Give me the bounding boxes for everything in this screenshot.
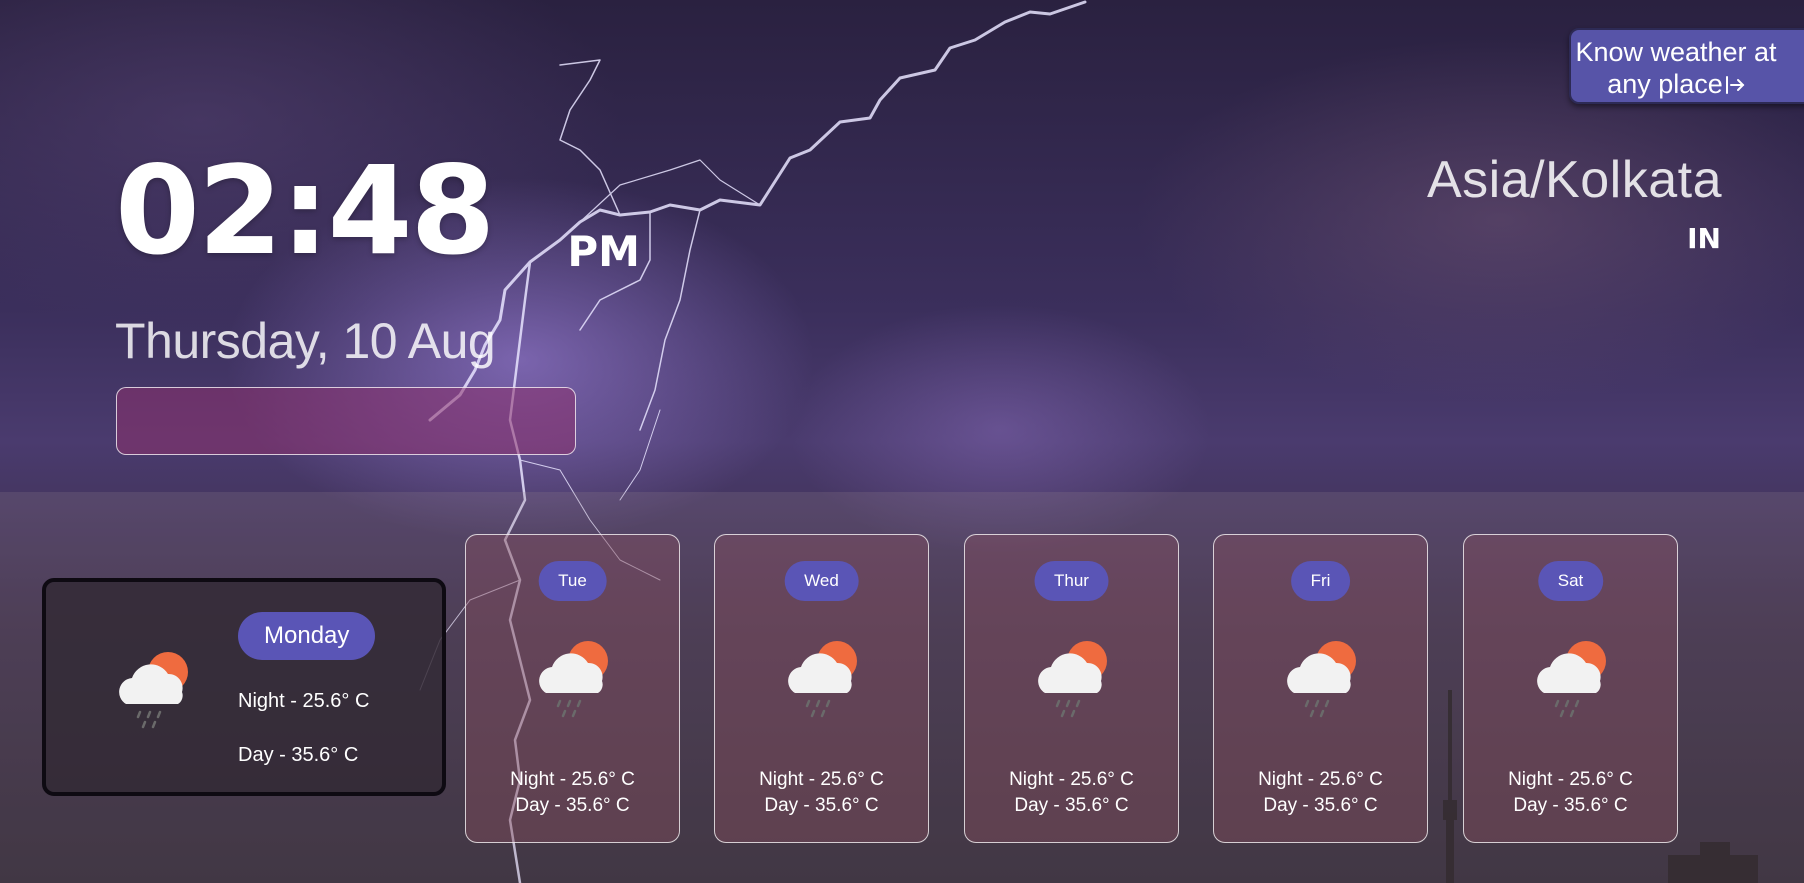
forecast-card-fri: Fri Night - 25.6° C Day - 35.6° C bbox=[1213, 534, 1428, 843]
today-day-temp: Day - 35.6° C bbox=[238, 744, 359, 766]
forecast-night-temp: Night - 25.6° C bbox=[759, 769, 884, 790]
clock: 02:48 PM bbox=[115, 140, 640, 282]
today-night-temp: Night - 25.6° C bbox=[238, 690, 370, 712]
forecast-night-temp: Night - 25.6° C bbox=[1258, 769, 1383, 790]
today-card: Monday Night - 25.6° C Day - 35.6° C bbox=[42, 578, 446, 796]
know-weather-label-line2: any place bbox=[1607, 69, 1723, 99]
forecast-card-sat: Sat Night - 25.6° C Day - 35.6° C bbox=[1463, 534, 1678, 843]
forecast-night-temp: Night - 25.6° C bbox=[1508, 769, 1633, 790]
weather-app: 02:48 PM Thursday, 10 Aug Know weather a… bbox=[0, 0, 1804, 883]
cloud-sun-rain-icon bbox=[539, 641, 608, 718]
cloud-sun-rain-icon bbox=[1038, 641, 1107, 718]
forecast-day-label: Fri bbox=[1290, 561, 1351, 601]
know-weather-label-line1: Know weather at bbox=[1575, 37, 1777, 67]
forecast-day-temp: Day - 35.6° C bbox=[764, 795, 879, 816]
forecast-day-temp: Day - 35.6° C bbox=[1014, 795, 1129, 816]
weather-info-box bbox=[116, 387, 576, 455]
today-day-label: Monday bbox=[238, 612, 376, 660]
cloud-sun-rain-icon bbox=[1287, 641, 1356, 718]
forecast-day-temp: Day - 35.6° C bbox=[1513, 795, 1628, 816]
cloud-sun-rain-icon bbox=[119, 652, 188, 729]
country-code: IN bbox=[1687, 222, 1721, 255]
forecast-day-temp: Day - 35.6° C bbox=[515, 795, 630, 816]
forecast-day-temp: Day - 35.6° C bbox=[1263, 795, 1378, 816]
forecast-night-temp: Night - 25.6° C bbox=[1009, 769, 1134, 790]
clock-ampm: PM bbox=[567, 227, 640, 276]
forecast-day-label: Tue bbox=[538, 561, 607, 601]
timezone: Asia/Kolkata bbox=[1426, 151, 1722, 209]
forecast-card-thur: Thur Night - 25.6° C Day - 35.6° C bbox=[964, 534, 1179, 843]
forecast-card-tue: Tue Night - 25.6° C Day - 35.6° C bbox=[465, 534, 680, 843]
arrow-right-bar-icon bbox=[1725, 76, 1745, 94]
clock-time: 02:48 bbox=[115, 140, 495, 282]
forecast-night-temp: Night - 25.6° C bbox=[510, 769, 635, 790]
cloud-sun-rain-icon bbox=[1537, 641, 1606, 718]
know-weather-button[interactable]: Know weather at any place bbox=[1569, 28, 1804, 104]
forecast-day-label: Wed bbox=[784, 561, 859, 601]
forecast-day-label: Thur bbox=[1034, 561, 1109, 601]
forecast-day-label: Sat bbox=[1537, 561, 1604, 601]
forecast-card-wed: Wed Night - 25.6° C Day - 35.6° C bbox=[714, 534, 929, 843]
cloud-sun-rain-icon bbox=[788, 641, 857, 718]
current-date: Thursday, 10 Aug bbox=[115, 313, 496, 369]
